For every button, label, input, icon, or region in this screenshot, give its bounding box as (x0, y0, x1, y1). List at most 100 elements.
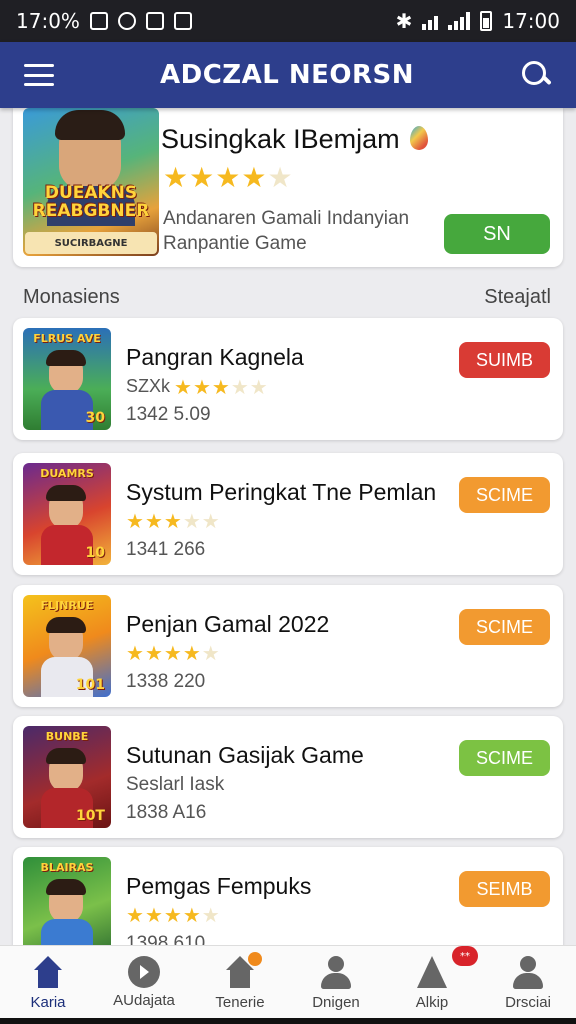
featured-action-button[interactable]: SN (444, 214, 550, 254)
rating-stars: ★ ★ ★ ★ ★ (126, 905, 220, 925)
game-subtitle: Seslarl Iask (126, 774, 225, 795)
game-rating: SZXk ★ ★ ★ ★ ★ (126, 376, 268, 397)
status-bar: 17:0% ✱ 17:00 (0, 0, 576, 42)
balloon-icon (409, 125, 428, 150)
game-action-button[interactable]: SCIME (459, 740, 550, 776)
nav-item[interactable]: Drsciai (480, 946, 576, 1018)
game-title[interactable]: Systum Peringkat Tne Pemlan (126, 479, 436, 506)
star-icon: ★ (215, 161, 241, 194)
character-face-image (46, 748, 86, 792)
game-thumbnail[interactable]: DUAMRS 10 (23, 463, 111, 565)
game-card[interactable]: DUAMRS 10 Systum Peringkat Tne Pemlan ★ ★ ★ ★ ★… (13, 453, 563, 575)
nav-item[interactable]: ** Alkip (384, 946, 480, 1018)
game-count: 1341 266 (126, 539, 206, 560)
game-thumbnail[interactable]: FLJNRUE 101 (23, 595, 111, 697)
game-thumbnail[interactable]: BUNBE 10T (23, 726, 111, 828)
star-icon: ★ (163, 509, 182, 533)
nav-label: Tenerie (215, 994, 265, 1011)
star-icon: ★ (201, 903, 220, 927)
featured-card[interactable]: DUEAKNS REABGBNER SUCIRBAGNE Susingkak I… (13, 108, 563, 267)
game-title[interactable]: Penjan Gamal 2022 (126, 611, 329, 638)
app-title: ADCZAL NEORSN (159, 60, 414, 90)
star-icon: ★ (182, 903, 201, 927)
star-icon: ★ (249, 374, 268, 399)
bottom-navigation: Karia AUdajata Tenerie Dnigen ** Alkip Drsciai (0, 945, 576, 1018)
game-card[interactable]: FLJNRUE 101 Penjan Gamal 2022 ★ ★ ★ ★ ★ 1338 220… (13, 585, 563, 707)
game-rating: ★ ★ ★ ★ ★ (126, 643, 220, 663)
star-icon: ★ (192, 374, 211, 399)
star-icon: ★ (189, 161, 215, 194)
star-icon: ★ (211, 374, 230, 399)
game-card[interactable]: BUNBE 10T Sutunan Gasijak Game Seslarl Iask… (13, 716, 563, 838)
featured-subtitle-line2: Ranpantie Game (163, 233, 307, 254)
featured-thumbnail[interactable]: DUEAKNS REABGBNER SUCIRBAGNE (23, 108, 159, 256)
game-rating: ★ ★ ★ ★ ★ (126, 511, 220, 531)
game-badge-number: 10 (85, 545, 105, 561)
featured-title-text: Susingkak IBemjam (161, 124, 400, 154)
nav-item[interactable]: Karia (0, 946, 96, 1018)
game-title[interactable]: Sutunan Gasijak Game (126, 742, 364, 769)
game-logo: FLRUS AVE (33, 332, 101, 345)
star-icon: ★ (163, 903, 182, 927)
nav-item[interactable]: AUdajata (96, 946, 192, 1018)
nav-label: AUdajata (113, 992, 175, 1009)
game-logo: DUAMRS (40, 467, 94, 480)
featured-title[interactable]: Susingkak IBemjam (161, 124, 428, 155)
game-rating: ★ ★ ★ ★ ★ (126, 905, 220, 925)
star-icon: ★ (144, 903, 163, 927)
nav-item[interactable]: Dnigen (288, 946, 384, 1018)
rating-stars: ★ ★ ★ ★ ★ (126, 511, 220, 531)
app-bar: ADCZAL NEORSN (0, 42, 576, 108)
star-icon: ★ (163, 161, 189, 194)
game-action-button[interactable]: SUIMB (459, 342, 550, 378)
featured-rating: ★ ★ ★ ★ ★ (163, 164, 293, 192)
menu-icon[interactable] (24, 64, 54, 86)
character-face-image (46, 617, 86, 661)
media-icon (145, 12, 164, 30)
game-title[interactable]: Pangran Kagnela (126, 344, 304, 371)
star-icon: ★ (182, 641, 201, 665)
star-icon: ★ (201, 641, 220, 665)
game-count: 1342 5.09 (126, 404, 211, 425)
game-badge-number: 10T (75, 808, 105, 824)
star-icon: ★ (163, 641, 182, 665)
character-face-image (46, 879, 86, 923)
star-icon: ★ (267, 161, 293, 194)
character-face-image (46, 350, 86, 394)
search-icon[interactable] (520, 59, 552, 91)
game-count: 1338 220 (126, 671, 206, 692)
game-action-button[interactable]: SCIME (459, 609, 550, 645)
game-thumbnail[interactable]: FLRUS AVE 30 (23, 328, 111, 430)
star-icon: ★ (144, 509, 163, 533)
character-face-image (55, 110, 125, 190)
star-icon: ★ (126, 903, 144, 927)
game-count: 1838 A16 (126, 802, 207, 823)
rating-label: SZXk (126, 376, 171, 396)
star-icon: ★ (230, 374, 249, 399)
game-action-button[interactable]: SEIMB (459, 871, 550, 907)
notification-badge: ** (452, 946, 478, 966)
section-see-all-link[interactable]: Steajatl (484, 286, 551, 309)
star-icon: ★ (126, 509, 144, 533)
nav-label: Drsciai (505, 994, 551, 1011)
game-title[interactable]: Pemgas Fempuks (126, 873, 311, 900)
status-left: 17:0% (16, 9, 192, 33)
rating-stars: ★ ★ ★ ★ ★ (174, 377, 268, 397)
play-circle-icon (128, 956, 160, 988)
game-card[interactable]: FLRUS AVE 30 Pangran Kagnela SZXk ★ ★ ★ ★ ★ 1342 … (13, 318, 563, 440)
nav-item[interactable]: Tenerie (192, 946, 288, 1018)
message-icon (117, 12, 136, 30)
game-action-button[interactable]: SCIME (459, 477, 550, 513)
nav-label: Karia (30, 994, 66, 1011)
game-logo: DUEAKNS REABGBNER (32, 183, 150, 221)
star-icon: ★ (144, 641, 163, 665)
profile-icon (319, 956, 353, 990)
star-icon: ★ (126, 641, 144, 665)
section-header: Monasiens Steajatl (23, 286, 551, 309)
wifi-icon (422, 12, 439, 30)
bluetooth-icon: ✱ (395, 9, 413, 33)
game-thumbnail[interactable]: BLAIRAS (23, 857, 111, 959)
character-face-image (46, 485, 86, 529)
notification-dot-icon (248, 952, 262, 966)
star-icon: ★ (241, 161, 267, 194)
